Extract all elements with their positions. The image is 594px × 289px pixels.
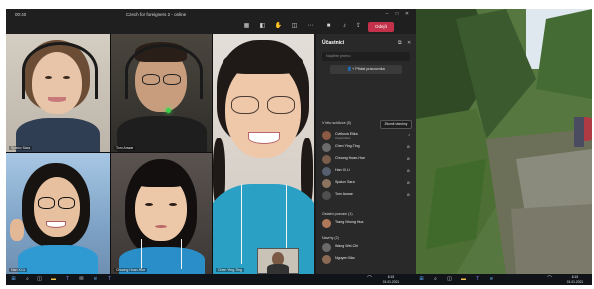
mic-muted-icon: ⊘ bbox=[406, 180, 410, 185]
minimize-icon[interactable]: – bbox=[384, 11, 390, 17]
close-panel-icon[interactable]: ✕ bbox=[407, 40, 411, 46]
meeting-toolbar: ▦ ◧ ✋ ◫ ⋯ ■ ♪ ⇪ Odejít bbox=[6, 20, 416, 34]
participant-row[interactable]: Wang Wei-Chi bbox=[322, 242, 412, 253]
file-explorer-icon[interactable]: ▬ bbox=[460, 276, 467, 283]
chat-bubble-icon[interactable]: ◧ bbox=[258, 22, 267, 31]
avatar bbox=[322, 131, 331, 140]
windows-start-icon[interactable]: ⊞ bbox=[418, 276, 425, 283]
video-tile[interactable]: Chen Ying-Ting bbox=[213, 34, 314, 274]
taskbar-date: 01.01.2021 bbox=[382, 279, 400, 284]
mute-all-button[interactable]: Ztlumit všechny bbox=[380, 120, 412, 129]
video-tile[interactable]: Han Xi Li bbox=[6, 153, 110, 274]
participant-name: Nguyen Bảo bbox=[335, 255, 355, 260]
rooms-icon[interactable]: ◫ bbox=[290, 22, 299, 31]
participant-role: Organizátor bbox=[335, 136, 351, 140]
participant-name: Spalov Sara bbox=[335, 179, 355, 184]
mic-muted-icon: ⊘ bbox=[406, 192, 410, 197]
participant-name-label: Han Xi Li bbox=[9, 268, 28, 272]
in-meeting-header[interactable]: V této schůzce (5) bbox=[322, 121, 351, 125]
video-tile[interactable]: Spalov Sara bbox=[6, 34, 110, 152]
panel-title: Účastníci bbox=[322, 40, 345, 46]
forest-wallpaper-image bbox=[416, 9, 592, 274]
avatar bbox=[322, 219, 331, 228]
maximize-icon[interactable]: □ bbox=[394, 11, 400, 17]
teams-meeting-window: 00:40 Czech for foreigners 2 - online – … bbox=[6, 9, 416, 274]
participant-name-label: Chen Ying-Ting bbox=[216, 268, 244, 272]
teams-icon[interactable]: T bbox=[106, 276, 113, 283]
teams-icon[interactable]: T bbox=[64, 276, 71, 283]
participant-row[interactable]: Trang Nhung Hua bbox=[322, 218, 412, 229]
participant-name-label: Tom Anwar bbox=[114, 146, 136, 150]
search-input[interactable]: Najděte jméno bbox=[322, 52, 410, 61]
screenshot-frame: 00:40 Czech for foreigners 2 - online – … bbox=[6, 9, 592, 285]
add-people-button[interactable]: 👤+ Přidat pracovníka bbox=[330, 65, 402, 74]
self-preview-tile[interactable] bbox=[257, 248, 299, 274]
taskbar-clock[interactable]: 8:15 01.01.2021 bbox=[380, 275, 402, 284]
edge-icon[interactable]: e bbox=[488, 276, 495, 283]
participant-row[interactable]: Chuong Hoan-Hue ⊘ bbox=[322, 154, 412, 165]
taskbar-time: 8:15 bbox=[387, 275, 395, 279]
participant-row[interactable]: Nguyen Bảo bbox=[322, 254, 412, 265]
add-people-label: Přidat pracovníka bbox=[355, 67, 385, 71]
participant-name: Tom Anwar bbox=[335, 191, 353, 196]
suggestions-header[interactable]: Navrhy (2) bbox=[322, 236, 339, 240]
popout-icon[interactable]: ⧉ bbox=[398, 40, 402, 46]
mail-icon[interactable]: ✉ bbox=[78, 276, 85, 283]
share-screen-icon[interactable]: ⇪ bbox=[354, 22, 363, 31]
participant-row[interactable]: Cvitková Elika Organizátor ♪ bbox=[322, 130, 412, 141]
window-title: Czech for foreigners 2 - online bbox=[125, 12, 187, 17]
participant-name: Wang Wei-Chi bbox=[335, 243, 358, 248]
video-tile[interactable]: Tom Anwar bbox=[111, 34, 212, 152]
participant-row[interactable]: Tom Anwar ⊘ bbox=[322, 190, 412, 201]
task-view-icon[interactable]: ◫ bbox=[36, 276, 43, 283]
participant-name: Cvitková Elika bbox=[335, 131, 358, 136]
microphone-icon: ♪ bbox=[408, 132, 410, 137]
search-icon[interactable]: ⌕ bbox=[24, 276, 31, 283]
participant-row[interactable]: Han Xi Li ⊘ bbox=[322, 166, 412, 177]
participant-name: Chuong Hoan-Hue bbox=[335, 155, 365, 160]
windows-taskbar: ⊞ ⌕ ◫ ▬ T ✉ e T ⌒ 8:15 01.01.2021 ⊞ ⌕ ◫ ▬… bbox=[6, 274, 592, 285]
video-camera-icon[interactable]: ■ bbox=[324, 22, 333, 31]
file-explorer-icon[interactable]: ▬ bbox=[50, 276, 57, 283]
mic-muted-icon: ⊘ bbox=[406, 156, 410, 161]
close-icon[interactable]: ✕ bbox=[404, 11, 410, 17]
taskbar-date: 01.01.2021 bbox=[566, 279, 584, 284]
windows-start-icon[interactable]: ⊞ bbox=[10, 276, 17, 283]
participant-name: Trang Nhung Hua bbox=[335, 219, 364, 224]
leave-button[interactable]: Odejít bbox=[368, 22, 394, 32]
microphone-icon[interactable]: ♪ bbox=[340, 22, 349, 31]
participant-name-label: Chuong Hoan-Hue bbox=[114, 268, 148, 272]
raise-hand-icon[interactable]: ✋ bbox=[274, 22, 283, 31]
participants-panel: Účastníci ⧉ ✕ Najděte jméno 👤+ Přidat pr… bbox=[316, 34, 416, 274]
mic-muted-icon: ⊘ bbox=[406, 144, 410, 149]
avatar bbox=[322, 155, 331, 164]
invited-header[interactable]: Ostatní pozvaní (1) bbox=[322, 212, 353, 216]
participant-name: Chen Ying-Ting bbox=[335, 143, 360, 148]
video-tile[interactable]: Chuong Hoan-Hue bbox=[111, 153, 212, 274]
participant-name-label: Spalov Sara bbox=[9, 146, 33, 150]
avatar bbox=[322, 179, 331, 188]
avatar bbox=[322, 167, 331, 176]
video-grid: Spalov Sara Tom Anwar Chen Ying-Ting Han… bbox=[6, 34, 314, 274]
title-bar: 00:40 Czech for foreigners 2 - online – … bbox=[6, 9, 416, 20]
taskbar-clock[interactable]: 8:15 01.01.2021 bbox=[564, 275, 586, 284]
network-icon[interactable]: ⌒ bbox=[366, 276, 373, 283]
network-icon[interactable]: ⌒ bbox=[546, 276, 553, 283]
mic-muted-icon: ⊘ bbox=[406, 168, 410, 173]
search-icon[interactable]: ⌕ bbox=[432, 276, 439, 283]
taskbar-time: 8:15 bbox=[571, 275, 579, 279]
participant-row[interactable]: Spalov Sara ⊘ bbox=[322, 178, 412, 189]
participant-name: Han Xi Li bbox=[335, 167, 350, 172]
grid-view-icon[interactable]: ▦ bbox=[242, 22, 251, 31]
avatar bbox=[322, 243, 331, 252]
teams-icon[interactable]: T bbox=[474, 276, 481, 283]
participant-row[interactable]: Chen Ying-Ting ⊘ bbox=[322, 142, 412, 153]
avatar bbox=[322, 191, 331, 200]
task-view-icon[interactable]: ◫ bbox=[446, 276, 453, 283]
avatar bbox=[322, 255, 331, 264]
more-dots-icon[interactable]: ⋯ bbox=[306, 22, 315, 31]
avatar bbox=[322, 143, 331, 152]
desktop-wallpaper bbox=[416, 9, 592, 274]
edge-icon[interactable]: e bbox=[92, 276, 99, 283]
